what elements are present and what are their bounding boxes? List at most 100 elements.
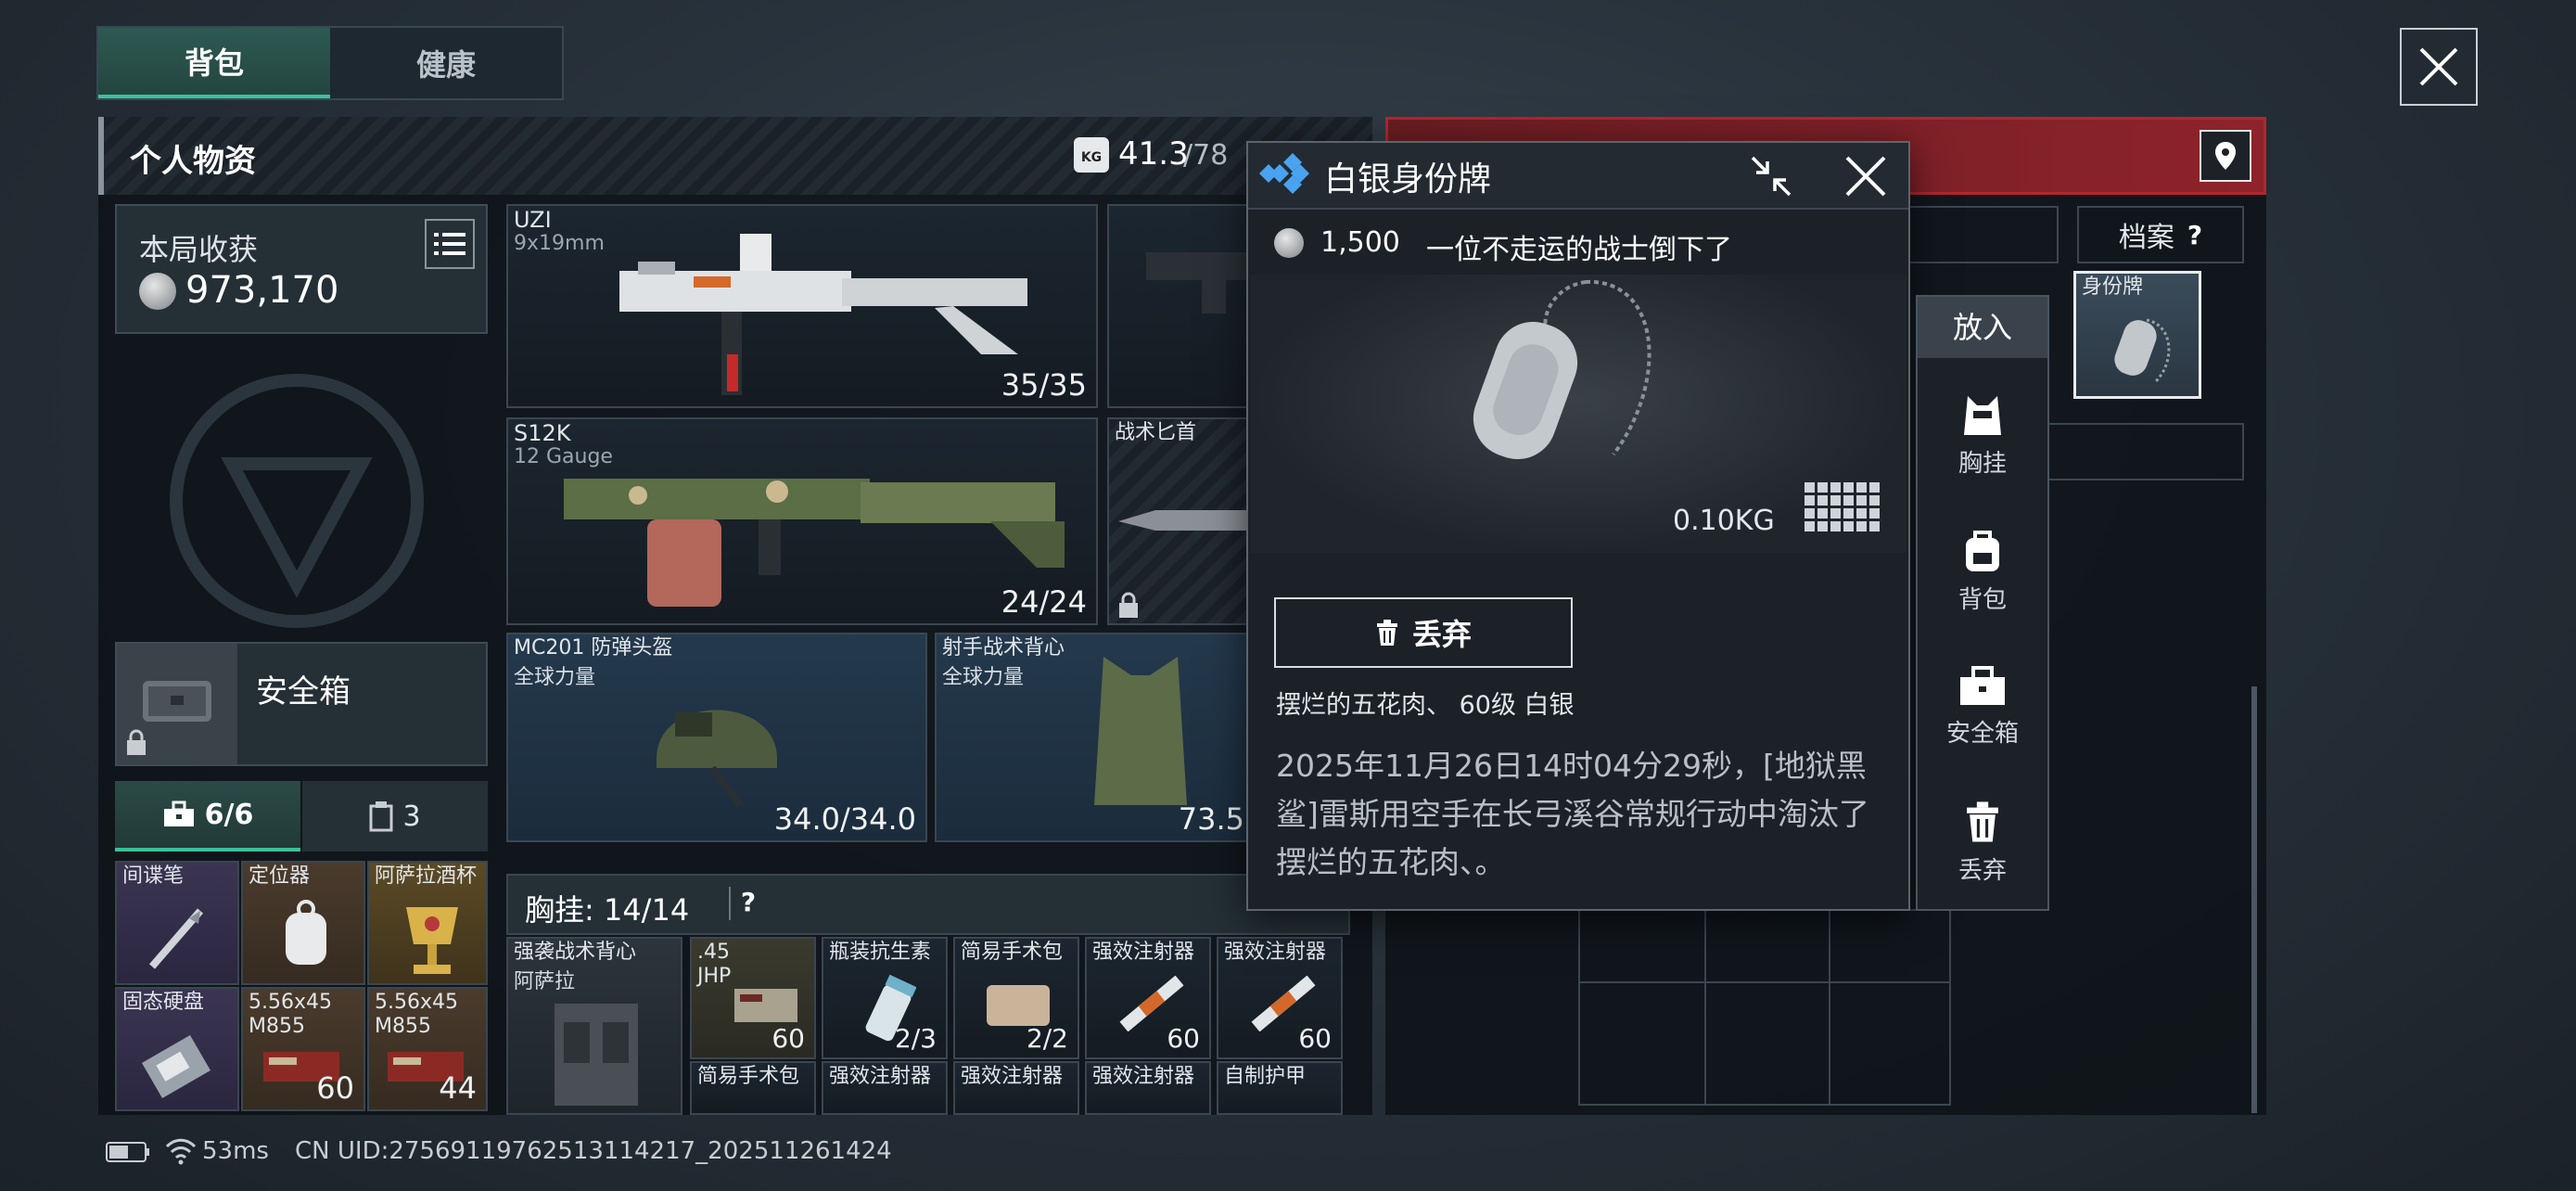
item-count: 60 bbox=[1167, 1023, 1200, 1054]
ping-text: 53ms bbox=[202, 1137, 269, 1165]
rig-item-row2[interactable]: 强效注射器 bbox=[1085, 1061, 1211, 1115]
coin-icon bbox=[1274, 228, 1304, 258]
chest-rig-icon bbox=[1964, 395, 2001, 435]
earnings-label: 本局收获 bbox=[139, 232, 259, 267]
weapon-slot-pistol[interactable] bbox=[1107, 204, 1256, 408]
item-name: 定位器 bbox=[249, 864, 311, 888]
uzi-icon bbox=[619, 234, 1027, 395]
item-name: 阿萨拉酒杯 bbox=[375, 864, 478, 888]
item-ammo-m855-2[interactable]: 5.56x45 M855 44 bbox=[367, 987, 488, 1111]
item-count: 60 bbox=[1298, 1023, 1332, 1054]
right-grid bbox=[1578, 909, 1951, 1106]
weight-value: 41.3 bbox=[1118, 135, 1189, 173]
rig-vest-name: 强袭战术背心 bbox=[514, 941, 637, 964]
item-ammo-m855-1[interactable]: 5.56x45 M855 60 bbox=[241, 987, 365, 1111]
weapon-slot-s12k[interactable]: S12K 12 Gauge 24/24 bbox=[506, 417, 1098, 625]
action-chest-rig[interactable]: 胸挂 bbox=[1918, 371, 2047, 501]
action-discard[interactable]: 丢弃 bbox=[1918, 777, 2047, 907]
right-scrollbar[interactable] bbox=[2251, 686, 2257, 1113]
rig-item-antibiotic[interactable]: 瓶装抗生素 2/3 bbox=[822, 937, 948, 1059]
wifi-icon bbox=[165, 1138, 197, 1165]
collapse-icon[interactable] bbox=[1747, 152, 1795, 200]
action-label: 安全箱 bbox=[1945, 719, 2019, 748]
chalice-icon bbox=[406, 907, 458, 974]
card-icon bbox=[369, 801, 393, 832]
action-backpack[interactable]: 背包 bbox=[1918, 506, 2047, 636]
item-count: 60 bbox=[772, 1023, 805, 1054]
knife-icon bbox=[1118, 510, 1257, 531]
helmet-slot[interactable]: MC201 防弹头盔 全球力量 34.0/34.0 bbox=[506, 633, 927, 842]
rig-help-button[interactable]: ? bbox=[729, 887, 766, 920]
location-button[interactable] bbox=[2200, 130, 2251, 182]
popup-title: 白银身份牌 bbox=[1324, 160, 1492, 198]
item-name: 强效注射器 bbox=[1092, 941, 1195, 964]
tactical-vest-icon bbox=[555, 1004, 638, 1106]
close-button[interactable] bbox=[2400, 28, 2478, 106]
item-name: 自制护甲 bbox=[1224, 1065, 1307, 1088]
weapon-ammo: 24/24 bbox=[1001, 584, 1087, 620]
popup-owner: 摆烂的五花肉、 60级 白银 bbox=[1276, 691, 1575, 720]
item-name: 间谍笔 bbox=[122, 864, 185, 888]
ssd-icon bbox=[142, 1034, 210, 1099]
tab-backpack[interactable]: 背包 bbox=[98, 28, 330, 98]
rig-item-injector-2[interactable]: 强效注射器 60 bbox=[1217, 937, 1343, 1059]
item-name: 5.56x45 M855 bbox=[375, 991, 458, 1038]
item-chalice[interactable]: 阿萨拉酒杯 bbox=[367, 861, 488, 985]
discard-button[interactable]: 丢弃 bbox=[1274, 597, 1573, 668]
tab-health[interactable]: 健康 bbox=[330, 28, 562, 98]
item-count: 60 bbox=[316, 1070, 354, 1106]
vest-slot[interactable]: 射手战术背心 全球力量 73.5 bbox=[935, 633, 1256, 842]
archive-button[interactable]: 档案 ? bbox=[2077, 206, 2244, 263]
item-count: 2/3 bbox=[894, 1023, 937, 1054]
item-name: 固态硬盘 bbox=[122, 991, 205, 1014]
popup-price: 1,500 bbox=[1320, 226, 1400, 259]
dogtag-image bbox=[1473, 279, 1651, 460]
weapon-name: UZI bbox=[514, 207, 552, 233]
pistol-icon bbox=[1146, 252, 1248, 314]
popup-close-icon[interactable] bbox=[1842, 152, 1890, 200]
pen-icon bbox=[148, 908, 204, 969]
popup-story: 2025年11月26日14时04分29秒，[地狱黑鲨]雷斯用空手在长弓溪谷常规行… bbox=[1276, 748, 1869, 880]
armor-durability: 73.5 bbox=[1178, 801, 1244, 837]
item-count: 44 bbox=[439, 1070, 477, 1106]
helmet-icon bbox=[657, 710, 777, 808]
put-in-button[interactable]: 放入 bbox=[1918, 297, 2047, 358]
item-name: 强效注射器 bbox=[1224, 941, 1327, 964]
rig-item-row2[interactable]: 简易手术包 bbox=[690, 1061, 816, 1115]
right-search-bar bbox=[1892, 206, 2059, 263]
battery-icon bbox=[106, 1142, 149, 1162]
subtab-cards[interactable]: 3 bbox=[302, 781, 488, 852]
action-safe-box[interactable]: 安全箱 bbox=[1918, 642, 2047, 772]
armor-durability: 34.0/34.0 bbox=[773, 801, 916, 837]
weapon-ammo: 35/35 bbox=[1001, 367, 1087, 403]
item-locator[interactable]: 定位器 bbox=[241, 861, 365, 985]
rig-item-ammo45[interactable]: .45 JHP 60 bbox=[690, 937, 816, 1059]
uid-text: CN UID:2756911976251311421​7_20251126142… bbox=[295, 1137, 892, 1165]
armor-name: 射手战术背心 bbox=[942, 636, 1065, 660]
backpack-icon bbox=[1966, 530, 1999, 571]
item-count: 2/2 bbox=[1026, 1023, 1068, 1054]
subtab-container[interactable]: 6/6 bbox=[115, 781, 300, 852]
rig-item-row2[interactable]: 强效注射器 bbox=[822, 1061, 948, 1115]
toolbox-icon bbox=[163, 800, 194, 826]
item-spy-pen[interactable]: 间谍笔 bbox=[115, 861, 239, 985]
item-name: 5.56x45 M855 bbox=[249, 991, 332, 1038]
weight-icon: KG bbox=[1074, 137, 1109, 173]
list-button[interactable] bbox=[425, 219, 475, 269]
rig-item-surgery-kit[interactable]: 简易手术包 2/2 bbox=[953, 937, 1079, 1059]
action-label: 丢弃 bbox=[1958, 856, 2007, 885]
weapon-slot-knife[interactable]: 战术匕首 bbox=[1107, 417, 1257, 625]
item-ssd[interactable]: 固态硬盘 bbox=[115, 987, 239, 1111]
rig-item-injector-1[interactable]: 强效注射器 60 bbox=[1085, 937, 1211, 1059]
earnings-value: 973,170 bbox=[185, 269, 339, 312]
tracker-icon bbox=[286, 900, 326, 965]
rig-vest[interactable]: 强袭战术背心 阿萨拉 bbox=[506, 937, 682, 1115]
rig-item-row2[interactable]: 自制护甲 bbox=[1217, 1061, 1343, 1115]
weapon-slot-uzi[interactable]: UZI 9x19mm 35/35 bbox=[506, 204, 1098, 408]
dogtag-slot[interactable]: 身份牌 bbox=[2073, 271, 2201, 399]
location-pin-icon bbox=[2215, 142, 2236, 170]
close-icon bbox=[2419, 47, 2458, 86]
weight-max: /78 bbox=[1183, 139, 1229, 172]
item-name: 强效注射器 bbox=[829, 1065, 932, 1088]
rig-item-row2[interactable]: 强效注射器 bbox=[953, 1061, 1079, 1115]
